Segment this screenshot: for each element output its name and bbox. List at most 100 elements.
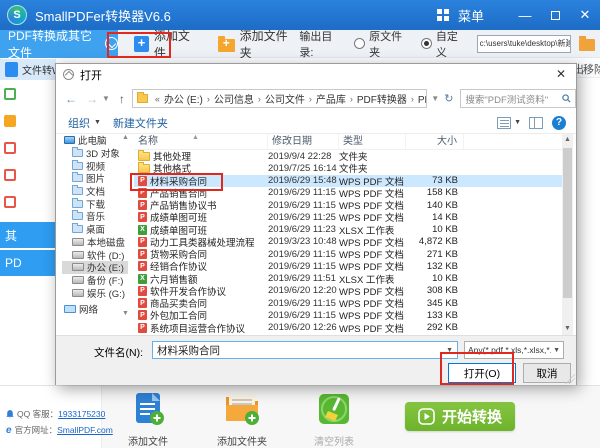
cancel-button[interactable]: 取消: [523, 363, 571, 383]
breadcrumb-separator-icon: ›: [255, 94, 264, 104]
back-icon[interactable]: ←: [65, 92, 77, 106]
resize-grip[interactable]: [565, 374, 575, 384]
file-date-cell: 2019/9/4 22:28: [268, 151, 339, 162]
tab-pdf-operations[interactable]: PD: [0, 250, 56, 276]
search-input[interactable]: 搜索"PDF测试资料": [460, 89, 576, 108]
tree-item-label: 本地磁盘 (C:): [87, 236, 128, 249]
scroll-up-icon[interactable]: ▲: [562, 134, 573, 146]
menu-button[interactable]: 菜单: [437, 6, 484, 25]
view-dropdown-icon[interactable]: ▼: [514, 119, 521, 126]
tree-item[interactable]: 桌面: [62, 223, 128, 236]
breadcrumb-item[interactable]: 办公 (E:): [163, 91, 204, 106]
bottom-add-file-button[interactable]: 添加文件: [112, 392, 184, 448]
sidebar-item-file-to-word[interactable]: 文件转Word: [0, 59, 56, 80]
radio-original-label[interactable]: 原文件夹: [369, 28, 413, 60]
tree-item[interactable]: 视频: [62, 159, 128, 172]
bottom-add-folder-button[interactable]: 添加文件夹: [206, 392, 278, 448]
tree-item[interactable]: 图片: [62, 172, 128, 185]
breadcrumb-item[interactable]: 产品库: [315, 91, 347, 106]
filename-input[interactable]: 材料采购合同 ▼: [152, 341, 458, 359]
file-size-cell: 73 KB: [406, 175, 464, 186]
organize-button[interactable]: 组织 ▼: [68, 115, 101, 131]
tree-scroll-up-icon[interactable]: ▲: [122, 134, 129, 141]
breadcrumb-item[interactable]: 公司信息: [213, 91, 255, 106]
up-icon[interactable]: ↑: [119, 92, 125, 106]
radio-original-folder[interactable]: [354, 38, 365, 49]
website-link[interactable]: SmallPDF.com: [57, 425, 113, 435]
folder-tree: 此电脑3D 对象视频图片文档下载音乐桌面本地磁盘 (C:)软件 (D:)办公 (…: [62, 134, 128, 334]
bell-icon: [6, 410, 14, 419]
list-scrollbar[interactable]: ▲ ▼: [562, 134, 573, 335]
new-folder-button[interactable]: 新建文件夹: [113, 115, 168, 131]
tree-item[interactable]: 网络: [62, 303, 128, 316]
tree-item[interactable]: 办公 (E:): [62, 261, 128, 274]
main-column-header[interactable]: 移除: [583, 61, 600, 77]
file-date-cell: 2019/6/29 11:15: [268, 298, 339, 309]
clear-list-button[interactable]: 清空列表: [298, 392, 370, 448]
annotation-box-selected-file: [130, 173, 223, 191]
tree-item[interactable]: 软件 (D:): [62, 248, 128, 261]
tab-pdf-to-other[interactable]: PDF转换成其它文件: [0, 30, 118, 58]
file-date-cell: 2019/6/29 11:25: [268, 212, 339, 223]
tab-other-to-pdf[interactable]: 其: [0, 222, 56, 248]
add-folder-button[interactable]: 添加文件夹: [218, 27, 300, 61]
file-row[interactable]: P系统项目运营合作协议2019/6/20 12:26WPS PDF 文档292 …: [134, 322, 562, 334]
start-convert-button[interactable]: 开始转换: [405, 402, 515, 431]
tree-item[interactable]: 音乐: [62, 210, 128, 223]
action-label: 添加文件: [112, 433, 184, 448]
breadcrumb-item[interactable]: PDF测试资料: [417, 91, 427, 106]
list-column-header[interactable]: 类型: [339, 134, 406, 150]
radio-custom[interactable]: [421, 38, 432, 49]
view-list-icon[interactable]: [497, 117, 511, 129]
file-date-cell: 2019/3/23 10:48: [268, 236, 339, 247]
breadcrumb-item[interactable]: 公司文件: [264, 91, 306, 106]
recent-dropdown-icon[interactable]: ▼: [102, 94, 110, 103]
forward-icon[interactable]: →: [86, 92, 98, 106]
file-size-cell: 158 KB: [406, 187, 464, 198]
tree-item[interactable]: 文档: [62, 185, 128, 198]
tree-scroll-down-icon[interactable]: ▼: [122, 310, 129, 317]
help-icon[interactable]: ?: [552, 116, 566, 130]
breadcrumb-item[interactable]: PDF转换器: [356, 91, 408, 106]
annotation-box-add-file: [107, 32, 171, 58]
browse-folder-icon[interactable]: [579, 39, 595, 51]
breadcrumb-collapsed-marker[interactable]: «: [152, 94, 163, 104]
breadcrumb-separator-icon: ›: [347, 94, 356, 104]
tree-item[interactable]: 备份 (F:): [62, 274, 128, 287]
folder-file-icon: [138, 152, 150, 161]
tree-item[interactable]: 娱乐 (G:): [62, 286, 128, 299]
minimize-icon[interactable]: —: [510, 8, 540, 23]
list-column-header[interactable]: 名称▲: [134, 134, 268, 150]
bottom-action-bar: QQ 客服： 1933175230 e 官方网址： SmallPDF.com 添…: [0, 385, 600, 448]
folder-icon: [137, 94, 148, 103]
file-date-cell: 2019/6/20 12:20: [268, 285, 339, 296]
browser-e-icon: e: [6, 425, 12, 436]
tree-item[interactable]: 3D 对象: [62, 147, 128, 160]
tree-item[interactable]: 下载: [62, 197, 128, 210]
radio-custom-label[interactable]: 自定义: [436, 28, 469, 60]
breadcrumb-separator-icon: ›: [306, 94, 315, 104]
app-logo-icon: S: [7, 5, 27, 25]
output-path-input[interactable]: c:\users\tuke\desktop\新建文~1: [477, 35, 571, 53]
scroll-thumb[interactable]: [563, 148, 572, 298]
tab-fragment-label: PD: [5, 256, 22, 270]
tree-item[interactable]: 此电脑: [62, 134, 128, 147]
play-icon: [418, 408, 435, 425]
filename-value: 材料采购合同: [157, 343, 220, 358]
tree-item[interactable]: 本地磁盘 (C:): [62, 236, 128, 249]
file-type-cell: WPS PDF 文档: [339, 321, 406, 335]
list-column-header[interactable]: 大小: [406, 134, 464, 150]
refresh-icon[interactable]: ↻: [444, 92, 453, 105]
menu-grid-icon: [437, 9, 442, 14]
list-column-header[interactable]: 修改日期: [268, 134, 339, 150]
maximize-icon[interactable]: [540, 8, 570, 23]
tree-item-label: 软件 (D:): [87, 248, 124, 261]
dialog-close-icon[interactable]: ✕: [546, 64, 576, 85]
path-dropdown-icon[interactable]: ▼: [431, 94, 439, 103]
breadcrumb[interactable]: «办公 (E:)›公司信息›公司文件›产品库›PDF转换器›PDF测试资料›: [132, 89, 427, 108]
close-icon[interactable]: ✕: [570, 7, 600, 23]
scroll-down-icon[interactable]: ▼: [562, 323, 573, 335]
qq-number-link[interactable]: 1933175230: [58, 409, 105, 419]
disk-icon: [72, 276, 84, 284]
preview-pane-icon[interactable]: [529, 117, 543, 129]
